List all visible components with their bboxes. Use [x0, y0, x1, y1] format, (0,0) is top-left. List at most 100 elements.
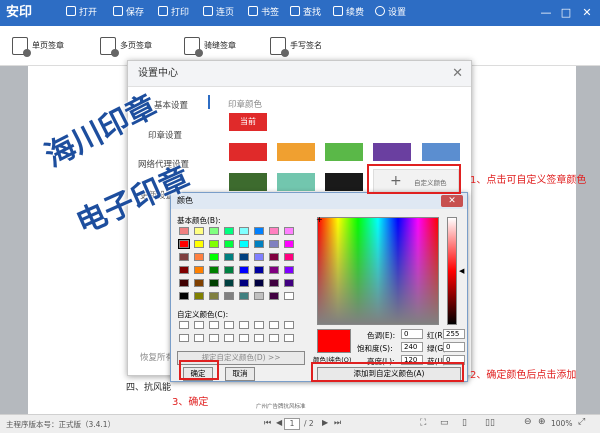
basic-color-cell[interactable] — [284, 240, 294, 248]
luminance-slider[interactable] — [447, 217, 457, 325]
color-spectrum[interactable]: + — [316, 215, 439, 325]
basic-color-cell[interactable] — [269, 253, 279, 261]
custom-color-cell[interactable] — [209, 321, 219, 329]
prev-page-icon[interactable]: ◀ — [276, 418, 282, 427]
basic-color-cell[interactable] — [179, 279, 189, 287]
basic-color-cell[interactable] — [239, 253, 249, 261]
basic-color-cell[interactable] — [194, 227, 204, 235]
renew-button[interactable]: 续费 — [333, 0, 364, 26]
basic-color-cell[interactable] — [284, 279, 294, 287]
fullscreen-icon[interactable]: ⤢ — [578, 417, 585, 427]
color-swatch-dark-green[interactable] — [229, 173, 267, 191]
basic-color-cell[interactable] — [194, 266, 204, 274]
single-page-seal-button[interactable]: 单页签章 — [12, 35, 64, 57]
first-page-icon[interactable]: ⏮ — [264, 418, 271, 428]
green-input[interactable]: 0 — [443, 342, 465, 352]
basic-color-cell[interactable] — [284, 292, 294, 300]
custom-color-cell[interactable] — [269, 334, 279, 342]
zoom-in-icon[interactable]: ⊕ — [538, 417, 546, 427]
basic-color-cell[interactable] — [284, 266, 294, 274]
basic-color-cell[interactable] — [239, 227, 249, 235]
basic-color-cell[interactable] — [254, 227, 264, 235]
hue-input[interactable]: 0 — [401, 329, 423, 339]
basic-color-cell[interactable] — [194, 253, 204, 261]
save-button[interactable]: 保存 — [113, 0, 144, 26]
color-swatch-teal[interactable] — [277, 173, 315, 191]
basic-color-cell[interactable] — [269, 227, 279, 235]
basic-color-cell[interactable] — [269, 266, 279, 274]
basic-color-cell[interactable] — [194, 292, 204, 300]
color-swatch-purple[interactable] — [373, 143, 411, 161]
basic-color-cell[interactable] — [269, 279, 279, 287]
search-button[interactable]: 查找 — [290, 0, 321, 26]
custom-color-cell[interactable] — [254, 334, 264, 342]
basic-color-cell[interactable] — [284, 253, 294, 261]
basic-color-cell[interactable] — [224, 240, 234, 248]
continuous-page-button[interactable]: 连页 — [203, 0, 234, 26]
basic-color-cell[interactable] — [179, 227, 189, 235]
basic-color-cell[interactable] — [209, 279, 219, 287]
fit-width-icon[interactable]: ▭ — [440, 418, 449, 428]
basic-color-cell[interactable] — [178, 239, 190, 249]
close-window-button[interactable]: ✕ — [578, 0, 596, 26]
custom-color-cell[interactable] — [239, 334, 249, 342]
zoom-out-icon[interactable]: ⊖ — [524, 417, 532, 427]
red-input[interactable]: 255 — [443, 329, 465, 339]
basic-color-cell[interactable] — [224, 227, 234, 235]
basic-color-cell[interactable] — [209, 292, 219, 300]
cancel-button[interactable]: 取消 — [225, 367, 255, 381]
basic-color-cell[interactable] — [179, 266, 189, 274]
color-swatch-black[interactable] — [325, 173, 363, 191]
color-swatch-blue[interactable] — [422, 143, 460, 161]
open-button[interactable]: 打开 — [66, 0, 97, 26]
basic-color-cell[interactable] — [239, 266, 249, 274]
custom-color-cell[interactable] — [209, 334, 219, 342]
print-button[interactable]: 打印 — [158, 0, 189, 26]
basic-color-cell[interactable] — [179, 253, 189, 261]
maximize-button[interactable]: □ — [557, 0, 575, 26]
custom-color-cell[interactable] — [239, 321, 249, 329]
luminance-pointer-icon[interactable]: ◀ — [459, 267, 464, 275]
basic-color-cell[interactable] — [239, 279, 249, 287]
basic-color-cell[interactable] — [254, 279, 264, 287]
restore-all-button[interactable]: 恢复所有 — [140, 351, 174, 363]
nav-basic-settings[interactable]: 基本设置 — [154, 99, 188, 111]
color-swatch-red[interactable] — [229, 143, 267, 161]
next-page-icon[interactable]: ▶ — [322, 418, 328, 427]
basic-color-cell[interactable] — [224, 292, 234, 300]
last-page-icon[interactable]: ⏭ — [334, 418, 341, 428]
multi-page-seal-button[interactable]: 多页签章 — [100, 35, 152, 57]
custom-color-cell[interactable] — [194, 321, 204, 329]
custom-color-cell[interactable] — [194, 334, 204, 342]
custom-color-cell[interactable] — [269, 321, 279, 329]
basic-color-cell[interactable] — [194, 279, 204, 287]
page-number-input[interactable]: 1 — [284, 418, 300, 430]
basic-color-cell[interactable] — [209, 266, 219, 274]
basic-color-cell[interactable] — [239, 240, 249, 248]
handwritten-signature-button[interactable]: 手写签名 — [270, 35, 322, 57]
settings-button[interactable]: 设置 — [375, 0, 406, 26]
color-swatch-orange[interactable] — [277, 143, 315, 161]
basic-color-cell[interactable] — [224, 279, 234, 287]
custom-color-cell[interactable] — [224, 334, 234, 342]
single-page-view-icon[interactable]: ▯ — [462, 418, 467, 428]
cross-page-seal-button[interactable]: 骑缝签章 — [184, 35, 236, 57]
basic-color-cell[interactable] — [209, 240, 219, 248]
basic-color-cell[interactable] — [209, 253, 219, 261]
custom-color-cell[interactable] — [224, 321, 234, 329]
minimize-button[interactable]: — — [537, 0, 555, 26]
basic-color-cell[interactable] — [254, 253, 264, 261]
custom-color-cell[interactable] — [179, 334, 189, 342]
custom-color-cell[interactable] — [284, 321, 294, 329]
basic-color-cell[interactable] — [254, 240, 264, 248]
basic-color-cell[interactable] — [269, 292, 279, 300]
double-page-view-icon[interactable]: ▯▯ — [485, 418, 495, 428]
nav-seal-settings[interactable]: 印章设置 — [148, 129, 182, 141]
custom-color-cell[interactable] — [179, 321, 189, 329]
fit-page-icon[interactable]: ⛶ — [420, 418, 426, 428]
settings-close-button[interactable]: ✕ — [452, 61, 463, 87]
basic-color-cell[interactable] — [224, 253, 234, 261]
basic-color-cell[interactable] — [284, 227, 294, 235]
basic-color-cell[interactable] — [269, 240, 279, 248]
custom-color-cell[interactable] — [254, 321, 264, 329]
